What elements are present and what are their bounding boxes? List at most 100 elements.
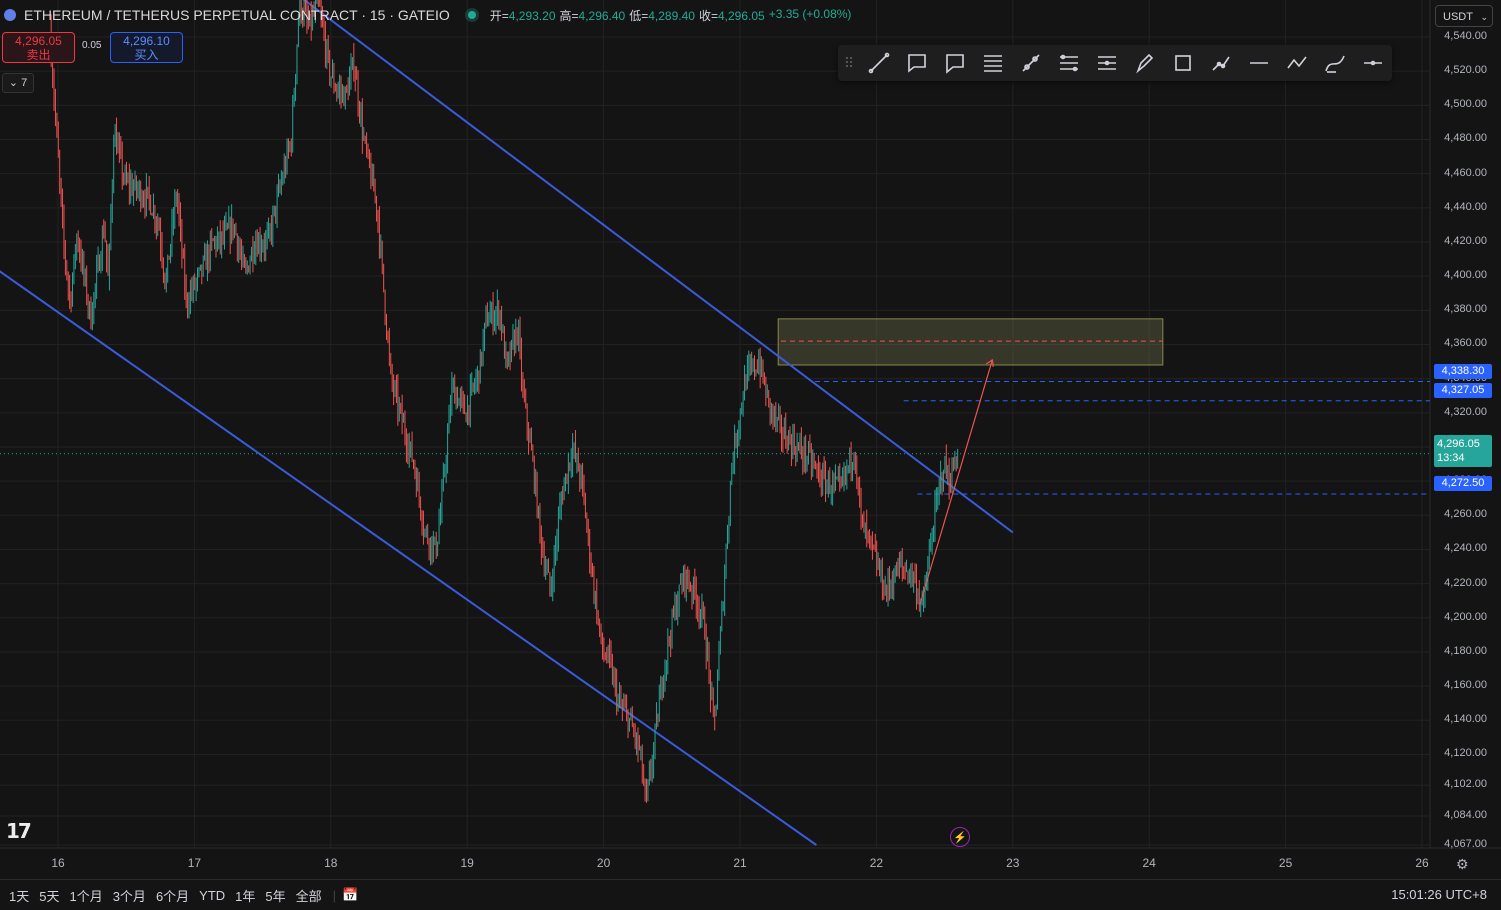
comment-icon[interactable] <box>936 45 974 81</box>
range-button[interactable]: 全部 <box>291 886 327 905</box>
time-tick: 25 <box>1278 856 1293 870</box>
price-tick: 4,240.00 <box>1444 542 1487 555</box>
rectangle-icon[interactable] <box>1164 45 1202 81</box>
drawing-toolbar: ⠿ <box>838 45 1392 81</box>
horizontal-line-icon[interactable] <box>1240 45 1278 81</box>
chart-canvas[interactable] <box>0 0 1501 909</box>
ohlc-value: 4,296.40 <box>578 8 626 23</box>
indicator-count: 7 <box>21 77 28 89</box>
time-tick: 20 <box>596 856 611 870</box>
time-tick: 17 <box>187 856 202 870</box>
ohlc-label: 低= <box>629 8 649 23</box>
parallel-channel-icon[interactable] <box>1050 45 1088 81</box>
ethereum-icon <box>4 9 16 21</box>
time-tick: 21 <box>733 856 747 870</box>
price-tick: 4,200.00 <box>1444 610 1487 623</box>
buy-label: 买入 <box>134 48 159 62</box>
projection-arrow <box>919 359 993 605</box>
brush-icon[interactable] <box>1126 45 1164 81</box>
horizontal-ray-icon[interactable] <box>1354 45 1392 81</box>
indicators-toggle[interactable]: ⌄ 7 <box>2 73 34 93</box>
price-tick: 4,180.00 <box>1444 644 1487 657</box>
price-tick: 4,420.00 <box>1444 234 1487 247</box>
ohlc-value: 4,293.20 <box>508 8 556 23</box>
price-tick: 4,500.00 <box>1444 98 1487 111</box>
range-button[interactable]: 6个月 <box>151 886 194 905</box>
time-tick: 18 <box>324 856 338 870</box>
chevron-down-icon: ⌄ <box>8 77 19 89</box>
resistance-zone <box>777 318 1164 366</box>
sell-button[interactable]: 4,296.05 卖出 <box>2 32 75 63</box>
price-tick: 4,102.00 <box>1444 778 1487 791</box>
ohlc-label: 收= <box>698 8 718 23</box>
gear-icon[interactable]: ⚙ <box>1456 856 1469 873</box>
range-button[interactable]: 1个月 <box>64 886 107 905</box>
price-tick: 4,084.00 <box>1444 808 1487 821</box>
range-button[interactable]: 5年 <box>260 886 290 905</box>
currency-select[interactable]: USDT ⌄ <box>1435 5 1493 27</box>
price-tick: 4,160.00 <box>1444 679 1487 692</box>
path-icon[interactable] <box>1202 45 1240 81</box>
price-tick: 4,440.00 <box>1444 200 1487 213</box>
range-button[interactable]: 5天 <box>34 886 64 905</box>
price-tick: 4,260.00 <box>1444 508 1487 521</box>
sell-price: 4,296.05 <box>15 34 62 48</box>
price-label: 4,327.05 <box>1434 383 1492 398</box>
price-tick: 4,400.00 <box>1444 269 1487 282</box>
price-tick: 4,460.00 <box>1444 166 1487 179</box>
sell-label: 卖出 <box>26 48 51 62</box>
price-tick: 4,380.00 <box>1444 303 1487 316</box>
price-tick: 4,220.00 <box>1444 576 1487 589</box>
bar-countdown: 13:34 <box>1437 452 1465 464</box>
current-price-label: 4,296.05 13:34 <box>1434 435 1492 467</box>
market-open-icon <box>467 11 476 19</box>
range-button[interactable]: YTD <box>194 888 230 903</box>
range-button[interactable]: 1年 <box>230 886 260 905</box>
timezone-clock[interactable]: 15:01:26 UTC+8 <box>1391 887 1487 902</box>
time-tick: 24 <box>1142 856 1156 870</box>
callout-icon[interactable] <box>898 45 936 81</box>
price-tick: 4,360.00 <box>1444 337 1487 350</box>
flash-icon[interactable]: ⚡ <box>950 827 970 847</box>
symbol-title[interactable]: ETHEREUM / TETHERUS PERPETUAL CONTRACT ·… <box>24 7 450 23</box>
price-change: +3.35 (+0.08%) <box>768 6 852 21</box>
curve-icon[interactable] <box>1316 45 1354 81</box>
price-tick: 4,540.00 <box>1444 30 1487 42</box>
price-tick: 4,067.00 <box>1444 838 1487 850</box>
price-tick: 4,480.00 <box>1444 132 1487 145</box>
bottom-toolbar: 1天 5天 1个月 3个月 6个月 YTD 1年 5年 全部 | 📅 15:01… <box>0 879 1501 910</box>
time-tick: 23 <box>1006 856 1020 870</box>
current-price: 4,296.05 <box>1437 438 1480 450</box>
price-tick: 4,320.00 <box>1444 405 1487 418</box>
range-button[interactable]: 1天 <box>4 886 34 905</box>
ohlc-values: 开=4,293.20 高=4,296.40 低=4,289.40 收=4,296… <box>490 7 852 24</box>
polyline-icon[interactable] <box>1278 45 1316 81</box>
fib-retracement-icon[interactable] <box>974 45 1012 81</box>
price-tick: 4,120.00 <box>1444 747 1487 760</box>
date-range-icon[interactable]: 📅 <box>342 887 358 903</box>
drag-handle-icon[interactable]: ⠿ <box>838 55 860 72</box>
price-label: 4,272.50 <box>1434 476 1492 491</box>
time-tick: 16 <box>51 856 65 870</box>
price-tick: 4,520.00 <box>1444 64 1487 77</box>
buy-button[interactable]: 4,296.10 买入 <box>110 32 183 63</box>
trend-line-icon[interactable] <box>860 45 898 81</box>
ohlc-value: 4,296.05 <box>717 8 765 23</box>
chart-header: ETHEREUM / TETHERUS PERPETUAL CONTRACT ·… <box>0 0 851 30</box>
range-button[interactable]: 3个月 <box>108 886 151 905</box>
regression-trend-icon[interactable] <box>1088 45 1126 81</box>
time-tick: 19 <box>460 856 474 870</box>
time-tick: 26 <box>1415 856 1429 870</box>
channel-lower-line <box>0 270 817 846</box>
ohlc-label: 开= <box>489 8 509 23</box>
buy-price: 4,296.10 <box>123 34 170 48</box>
price-label: 4,338.30 <box>1434 364 1492 379</box>
ohlc-label: 高= <box>559 8 579 23</box>
ray-icon[interactable] <box>1012 45 1050 81</box>
time-tick: 22 <box>869 856 884 870</box>
currency-label: USDT <box>1443 11 1473 23</box>
ohlc-value: 4,289.40 <box>648 8 695 23</box>
tradingview-logo[interactable]: 17 <box>6 819 32 843</box>
chevron-down-icon: ⌄ <box>1480 12 1488 22</box>
price-tick: 4,140.00 <box>1444 713 1487 726</box>
